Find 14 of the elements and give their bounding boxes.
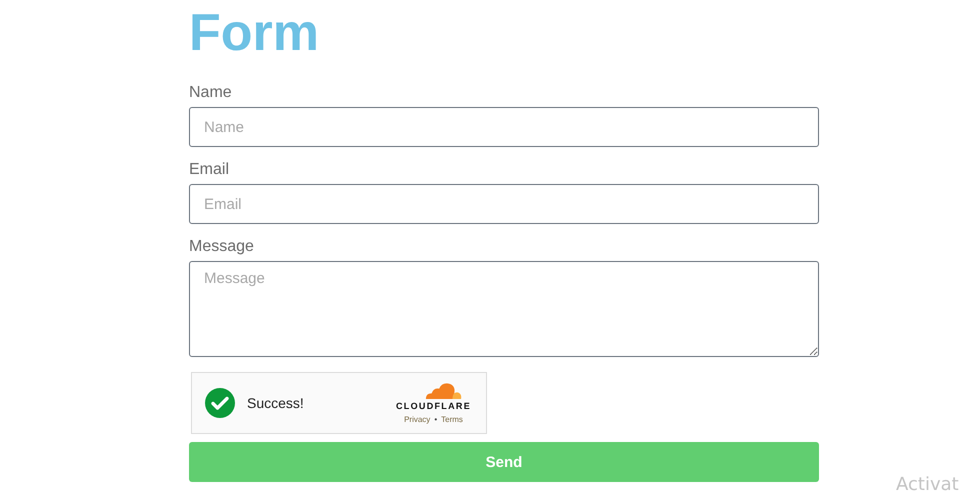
activation-notice: Activat bbox=[896, 474, 959, 495]
captcha-message: Success! bbox=[247, 395, 304, 411]
field-label: Name bbox=[189, 83, 232, 103]
separator-dot: • bbox=[434, 414, 438, 426]
field-label: Message bbox=[189, 237, 254, 257]
brand-wordmark: CLOUDFLARE bbox=[396, 400, 471, 412]
input-field[interactable]: Email bbox=[189, 184, 819, 224]
captcha-link[interactable]: Terms bbox=[441, 414, 463, 426]
form-title: Form bbox=[189, 4, 319, 62]
message-field[interactable]: Message bbox=[189, 261, 819, 357]
input-field[interactable]: Name bbox=[189, 107, 819, 147]
cloud-icon bbox=[424, 380, 462, 400]
field-label: Email bbox=[189, 160, 230, 180]
captcha-link[interactable]: Privacy bbox=[404, 414, 430, 426]
